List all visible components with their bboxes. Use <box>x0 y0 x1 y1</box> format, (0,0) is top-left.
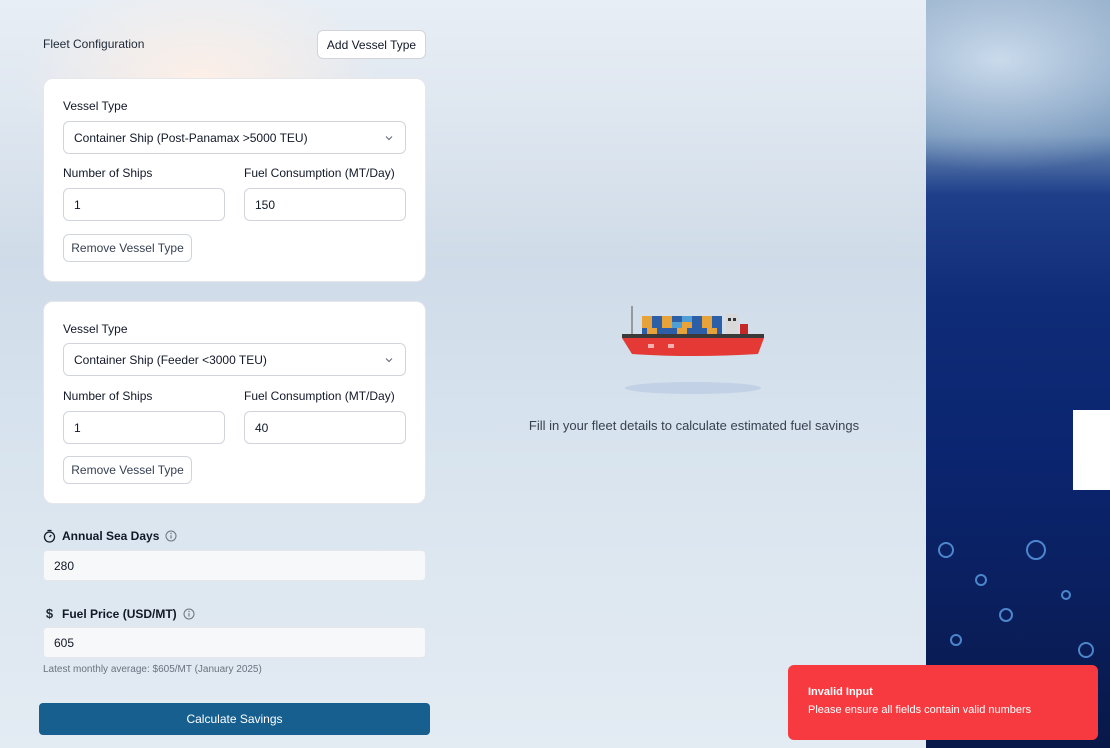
chevron-down-icon <box>385 136 393 141</box>
error-toast[interactable]: Invalid Input Please ensure all fields c… <box>788 665 1098 740</box>
fuel-price-input[interactable]: 605 <box>43 627 426 658</box>
fleet-configuration-title: Fleet Configuration <box>43 37 145 51</box>
remove-vessel-type-button[interactable]: Remove Vessel Type <box>63 234 192 262</box>
dollar-icon: $ <box>45 606 54 621</box>
calculate-savings-button[interactable]: Calculate Savings <box>39 703 430 735</box>
number-of-ships-input[interactable]: 1 <box>63 411 225 444</box>
results-empty-message: Fill in your fleet details to calculate … <box>528 418 860 433</box>
fuel-price-label: Fuel Price (USD/MT) <box>62 606 177 621</box>
fuel-consumption-input[interactable]: 150 <box>244 188 406 221</box>
container-ship-icon <box>622 306 764 394</box>
stopwatch-icon <box>43 529 56 543</box>
info-icon[interactable] <box>165 530 177 542</box>
number-of-ships-input[interactable]: 1 <box>63 188 225 221</box>
fuel-price-label-row: $ Fuel Price (USD/MT) <box>43 606 195 621</box>
side-tab <box>1073 410 1110 490</box>
number-of-ships-label: Number of Ships <box>63 389 153 403</box>
vessel-type-value: Container Ship (Feeder <3000 TEU) <box>74 352 267 367</box>
vessel-type-label: Vessel Type <box>63 99 128 113</box>
vessel-type-select[interactable]: Container Ship (Feeder <3000 TEU) <box>63 343 406 376</box>
number-of-ships-label: Number of Ships <box>63 166 153 180</box>
vessel-card: Vessel Type Container Ship (Feeder <3000… <box>43 301 426 504</box>
info-icon[interactable] <box>183 608 195 620</box>
annual-sea-days-input[interactable]: 280 <box>43 550 426 581</box>
vessel-type-label: Vessel Type <box>63 322 128 336</box>
fuel-consumption-label: Fuel Consumption (MT/Day) <box>244 389 395 403</box>
fuel-price-hint: Latest monthly average: $605/MT (January… <box>43 664 262 675</box>
add-vessel-type-button[interactable]: Add Vessel Type <box>317 30 426 59</box>
vessel-type-select[interactable]: Container Ship (Post-Panamax >5000 TEU) <box>63 121 406 154</box>
vessel-card: Vessel Type Container Ship (Post-Panamax… <box>43 78 426 282</box>
fuel-consumption-input[interactable]: 40 <box>244 411 406 444</box>
toast-message: Please ensure all fields contain valid n… <box>808 704 1032 716</box>
annual-sea-days-label-row: Annual Sea Days <box>43 529 177 543</box>
toast-title: Invalid Input <box>808 686 873 698</box>
fuel-consumption-label: Fuel Consumption (MT/Day) <box>244 166 395 180</box>
annual-sea-days-label: Annual Sea Days <box>62 529 160 543</box>
chevron-down-icon <box>385 358 393 363</box>
vessel-type-value: Container Ship (Post-Panamax >5000 TEU) <box>74 130 308 145</box>
remove-vessel-type-button[interactable]: Remove Vessel Type <box>63 456 192 484</box>
